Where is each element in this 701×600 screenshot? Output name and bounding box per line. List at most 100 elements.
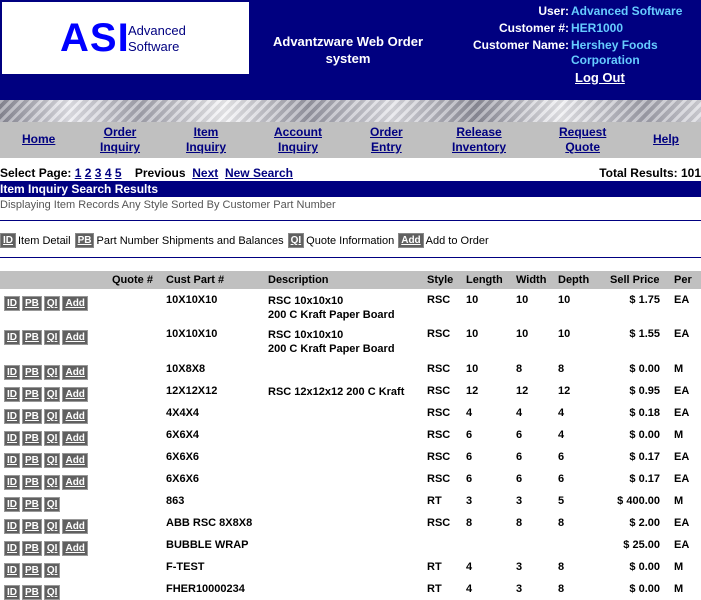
paging-bar: Select Page: 1 2 3 4 5 Previous Next New…	[0, 166, 701, 180]
add-button[interactable]: Add	[62, 387, 88, 402]
cell-depth: 6	[558, 451, 565, 463]
nav-request-quote[interactable]: Request Quote	[559, 125, 606, 155]
cell-length: 10	[466, 294, 479, 306]
qi-button[interactable]: QI	[43, 497, 61, 512]
nav-order-entry[interactable]: Order Entry	[370, 125, 403, 155]
add-button[interactable]: Add	[62, 365, 88, 380]
qi-button[interactable]: QI	[43, 431, 61, 446]
cell-width: 3	[516, 561, 523, 573]
cell-sell-price: $ 25.00	[623, 539, 660, 551]
id-button[interactable]: ID	[4, 585, 20, 600]
cell-sell-price: $ 0.18	[629, 407, 660, 419]
qi-button[interactable]: QI	[43, 541, 61, 556]
id-button[interactable]: ID	[4, 409, 20, 424]
pb-button[interactable]: PB	[22, 475, 42, 490]
col-sell-price: Sell Price	[610, 274, 660, 286]
qi-button[interactable]: QI	[43, 296, 61, 311]
nav-account-inquiry[interactable]: Account Inquiry	[274, 125, 322, 155]
add-button[interactable]: Add	[62, 453, 88, 468]
cell-depth: 4	[558, 429, 565, 441]
cell-cust-part: 10X10X10	[166, 294, 218, 306]
cell-depth: 12	[558, 385, 571, 397]
pb-button[interactable]: PB	[22, 497, 42, 512]
add-button[interactable]: Add	[62, 519, 88, 534]
cell-style: RSC	[427, 429, 451, 441]
row-actions: ID PB QI Add	[4, 475, 90, 490]
pb-button[interactable]: PB	[22, 519, 42, 534]
pb-button[interactable]: PB	[22, 296, 42, 311]
pb-button[interactable]: PB	[22, 541, 42, 556]
id-button[interactable]: ID	[4, 296, 20, 311]
cell-cust-part: 6X6X6	[166, 473, 200, 485]
qi-button[interactable]: QI	[43, 563, 61, 578]
add-button[interactable]: Add	[62, 330, 88, 345]
description-line1: RSC 10x10x10	[268, 295, 344, 307]
qi-button[interactable]: QI	[43, 387, 61, 402]
cell-cust-part: BUBBLE WRAP	[166, 539, 249, 551]
cell-width: 8	[516, 363, 523, 375]
header: ASI Advanced Software Advantzware Web Or…	[0, 0, 701, 100]
id-button[interactable]: ID	[4, 541, 20, 556]
cell-description: RSC 10x10x10 200 C Kraft Paper Board	[268, 328, 395, 356]
id-button[interactable]: ID	[4, 497, 20, 512]
pb-button[interactable]: PB	[22, 563, 42, 578]
pb-button[interactable]: PB	[22, 330, 42, 345]
col-length: Length	[466, 274, 503, 286]
id-button[interactable]: ID	[4, 330, 20, 345]
pb-button[interactable]: PB	[22, 387, 42, 402]
add-button[interactable]: Add	[62, 409, 88, 424]
cell-depth: 8	[558, 583, 565, 595]
id-button[interactable]: ID	[4, 453, 20, 468]
new-search-link[interactable]: New Search	[225, 166, 293, 180]
add-button[interactable]: Add	[62, 296, 88, 311]
page-link-2[interactable]: 2	[85, 166, 92, 180]
pb-button[interactable]: PB	[22, 585, 42, 600]
pb-button[interactable]: PB	[22, 365, 42, 380]
next-link[interactable]: Next	[192, 166, 218, 180]
qi-button[interactable]: QI	[43, 519, 61, 534]
id-button[interactable]: ID	[4, 475, 20, 490]
legend-text-id: Item Detail	[18, 234, 71, 247]
pb-button[interactable]: PB	[22, 409, 42, 424]
cell-per: M	[674, 583, 684, 595]
cell-length: 6	[466, 473, 473, 485]
qi-button[interactable]: QI	[43, 585, 61, 600]
cell-style: RSC	[427, 385, 451, 397]
nav-item-inquiry[interactable]: Item Inquiry	[186, 125, 226, 155]
description-line2: 200 C Kraft Paper Board	[268, 343, 395, 355]
id-button[interactable]: ID	[4, 365, 20, 380]
cell-width: 12	[516, 385, 529, 397]
page-link-3[interactable]: 3	[95, 166, 102, 180]
qi-button[interactable]: QI	[43, 409, 61, 424]
cell-cust-part: 863	[166, 495, 185, 507]
add-button[interactable]: Add	[62, 431, 88, 446]
pb-button[interactable]: PB	[22, 453, 42, 468]
row-actions: ID PB QI Add	[4, 409, 90, 424]
qi-button[interactable]: QI	[43, 365, 61, 380]
page-link-4[interactable]: 4	[105, 166, 112, 180]
results-table-header: Quote # Cust Part # Description Style Le…	[0, 271, 701, 289]
id-button[interactable]: ID	[4, 431, 20, 446]
cell-cust-part: FHER10000234	[166, 583, 245, 595]
row-actions: ID PB QI Add	[4, 519, 90, 534]
cell-width: 8	[516, 517, 523, 529]
page-link-1[interactable]: 1	[75, 166, 82, 180]
qi-button[interactable]: QI	[43, 453, 61, 468]
nav-home[interactable]: Home	[22, 132, 55, 147]
add-button[interactable]: Add	[62, 541, 88, 556]
cell-style: RT	[427, 561, 442, 573]
pb-button[interactable]: PB	[22, 431, 42, 446]
cell-width: 6	[516, 451, 523, 463]
logout-link[interactable]: Log Out	[575, 70, 625, 85]
nav-help[interactable]: Help	[653, 132, 679, 147]
nav-release-inventory[interactable]: Release Inventory	[452, 125, 506, 155]
cell-style: RT	[427, 495, 442, 507]
id-button[interactable]: ID	[4, 387, 20, 402]
qi-button[interactable]: QI	[43, 475, 61, 490]
id-button[interactable]: ID	[4, 519, 20, 534]
nav-order-inquiry[interactable]: Order Inquiry	[100, 125, 140, 155]
add-button[interactable]: Add	[62, 475, 88, 490]
qi-button[interactable]: QI	[43, 330, 61, 345]
id-button[interactable]: ID	[4, 563, 20, 578]
page-link-5[interactable]: 5	[115, 166, 122, 180]
